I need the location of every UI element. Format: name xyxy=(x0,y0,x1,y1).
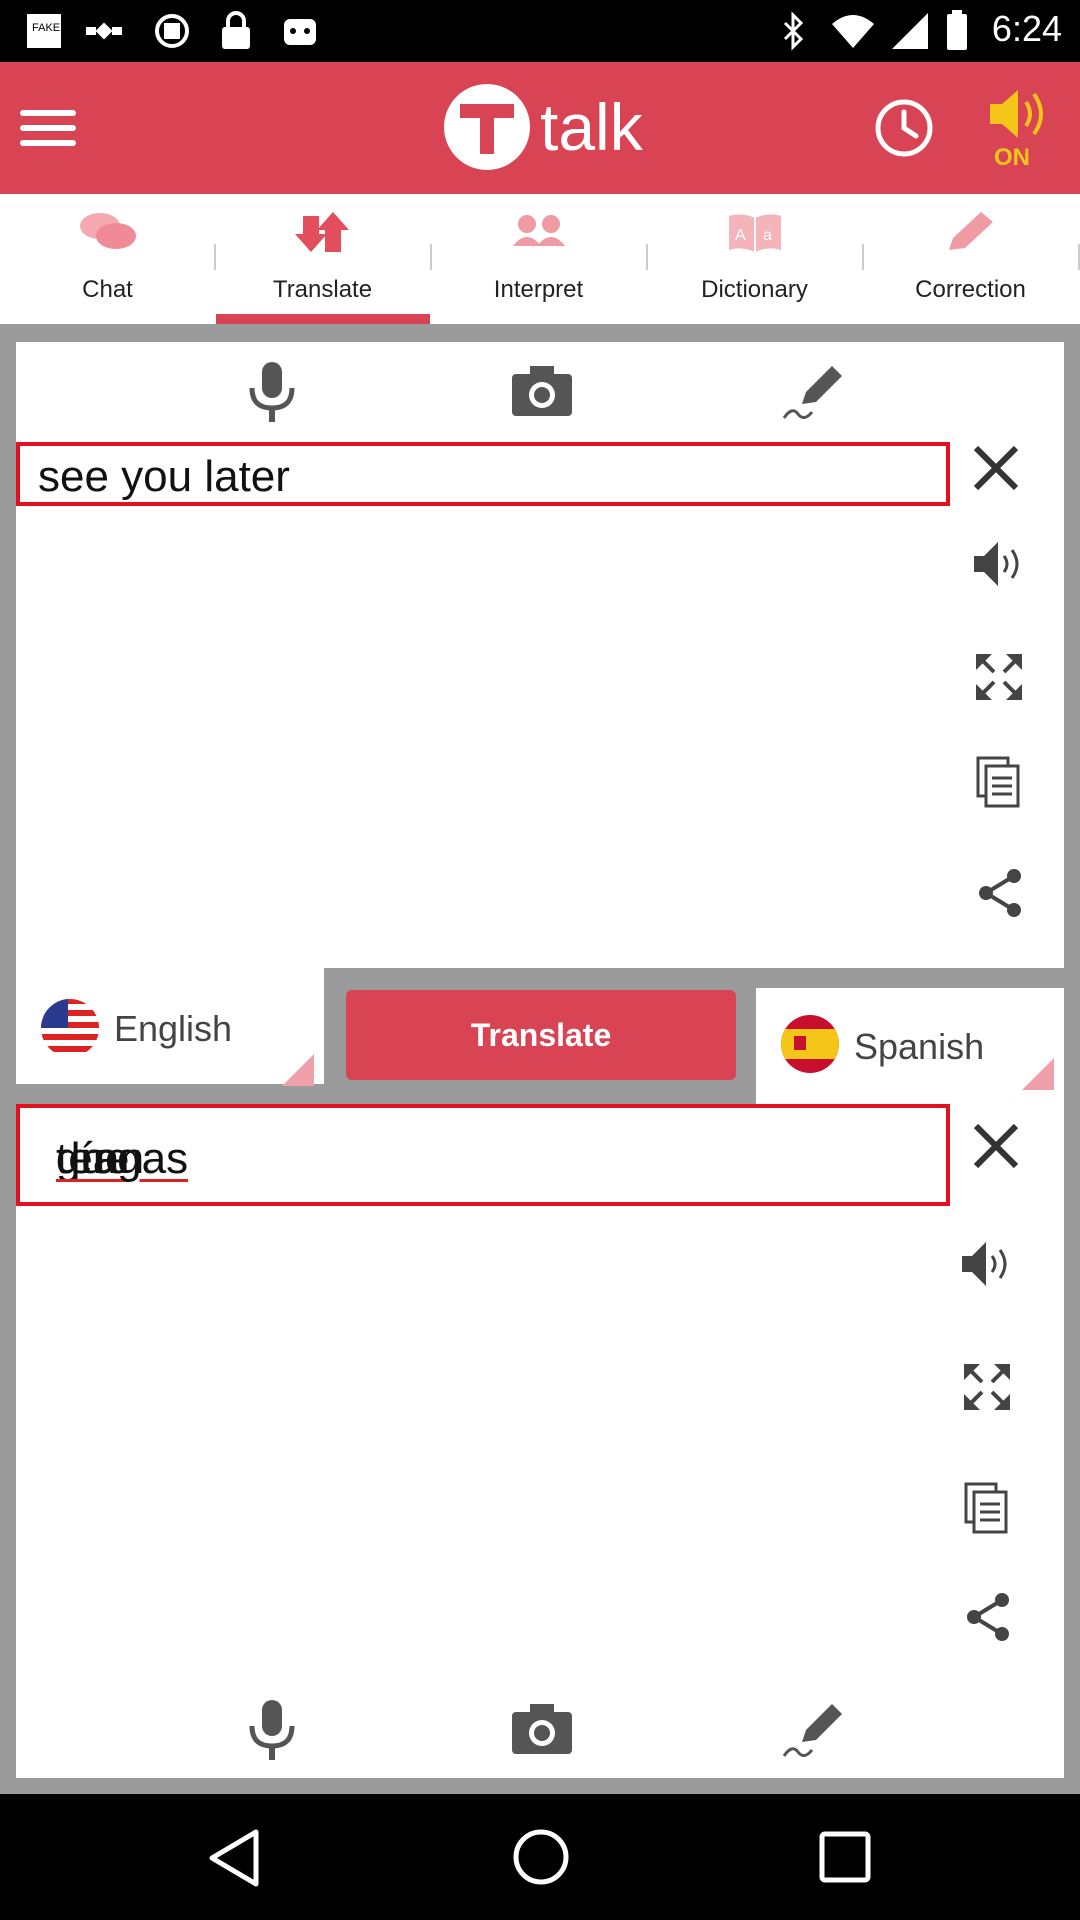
spain-flag-icon xyxy=(780,1014,840,1074)
chat-bubbles-icon xyxy=(78,210,138,259)
source-language-name: English xyxy=(114,1008,233,1049)
target-text-field[interactable]: que tengas un gran día xyxy=(16,1104,950,1206)
source-panel: see you later xyxy=(16,342,1064,968)
translate-workspace: see you later English Translate Spanish xyxy=(0,324,1080,1794)
swap-arrows-icon xyxy=(294,210,351,259)
camera-icon[interactable] xyxy=(510,364,574,423)
signal-icon xyxy=(888,10,932,52)
tab-chat[interactable]: Chat xyxy=(0,194,215,324)
battery-icon xyxy=(942,10,972,52)
tab-dictionary[interactable]: Aa Dictionary xyxy=(647,194,862,324)
handwriting-icon[interactable] xyxy=(782,360,846,429)
target-language-selector[interactable]: Spanish xyxy=(756,988,1064,1104)
speaker-icon xyxy=(990,90,1043,138)
block-icon xyxy=(150,10,194,52)
target-language-name: Spanish xyxy=(854,1026,985,1067)
status-time: 6:24 xyxy=(991,8,1062,49)
android-icon xyxy=(278,10,322,52)
clear-target-icon[interactable] xyxy=(970,1120,1022,1177)
source-text: see you later xyxy=(38,452,290,501)
camera-icon[interactable] xyxy=(510,1702,574,1761)
status-bar: FAKE 6:24 xyxy=(0,0,1080,62)
pencil-icon xyxy=(943,210,999,259)
people-icon xyxy=(511,210,567,259)
app-name: talk xyxy=(540,90,643,164)
app-logo: talk xyxy=(444,84,643,170)
recents-icon[interactable] xyxy=(818,1830,872,1889)
microphone-icon[interactable] xyxy=(246,1698,298,1767)
book-icon: Aa xyxy=(727,210,783,259)
source-text-field[interactable]: see you later xyxy=(16,442,950,506)
wifi-icon xyxy=(828,10,878,52)
bluetooth-icon xyxy=(776,10,812,52)
microphone-icon[interactable] xyxy=(246,360,298,429)
history-clock-icon[interactable] xyxy=(874,98,934,158)
logo-t-icon xyxy=(444,84,530,170)
fullscreen-target-icon[interactable] xyxy=(962,1362,1012,1417)
tab-translate[interactable]: Translate xyxy=(215,194,430,324)
svg-text:A: A xyxy=(735,227,746,244)
home-icon[interactable] xyxy=(512,1828,570,1891)
us-flag-icon xyxy=(40,998,100,1058)
menu-icon[interactable] xyxy=(20,100,76,156)
svg-text:FAKE: FAKE xyxy=(32,22,60,34)
sound-state-label: ON xyxy=(994,144,1030,171)
share-source-icon[interactable] xyxy=(976,868,1026,923)
svg-text:a: a xyxy=(763,227,772,244)
dropdown-corner-icon xyxy=(282,1054,314,1086)
tab-label: Dictionary xyxy=(701,276,808,303)
satellite-icon xyxy=(82,10,126,52)
copy-source-icon[interactable] xyxy=(976,756,1020,813)
tab-label: Interpret xyxy=(493,276,584,303)
translate-button[interactable]: Translate xyxy=(346,990,736,1080)
tab-label: Correction xyxy=(915,276,1026,303)
tab-label: Translate xyxy=(272,276,373,303)
dropdown-corner-icon xyxy=(1022,1058,1054,1090)
speak-source-icon[interactable] xyxy=(972,538,1028,595)
tab-bar: Chat Translate Interpret Aa Dictionary C… xyxy=(0,194,1080,324)
speak-target-icon[interactable] xyxy=(960,1238,1016,1295)
tab-label: Chat xyxy=(82,276,133,303)
target-panel: que tengas un gran día xyxy=(16,1104,1064,1778)
back-icon[interactable] xyxy=(206,1828,262,1893)
app-header: talk ON xyxy=(0,62,1080,194)
source-language-selector[interactable]: English xyxy=(16,968,324,1086)
share-target-icon[interactable] xyxy=(964,1592,1014,1647)
handwriting-icon[interactable] xyxy=(782,1698,846,1767)
active-tab-indicator xyxy=(216,314,430,324)
lock-icon xyxy=(214,10,258,52)
sound-toggle[interactable]: ON xyxy=(986,84,1050,180)
fullscreen-source-icon[interactable] xyxy=(974,652,1024,707)
clear-source-icon[interactable] xyxy=(970,442,1022,499)
tab-correction[interactable]: Correction xyxy=(863,194,1078,324)
system-nav-bar xyxy=(0,1794,1080,1920)
target-word: día xyxy=(56,1134,118,1183)
tab-interpret[interactable]: Interpret xyxy=(431,194,646,324)
copy-target-icon[interactable] xyxy=(964,1482,1008,1539)
fake-gps-icon: FAKE xyxy=(22,10,66,52)
